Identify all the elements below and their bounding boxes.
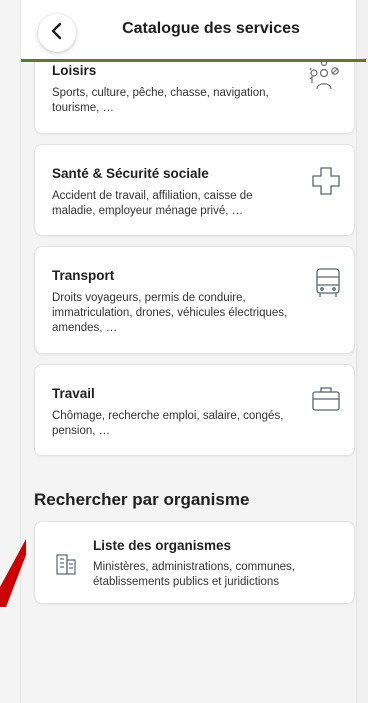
- category-title: Travail: [52, 386, 95, 401]
- category-title: Santé & Sécurité sociale: [52, 166, 209, 181]
- section-title-organismes: Rechercher par organisme: [34, 490, 250, 509]
- organismes-list-title: Liste des organismes: [93, 538, 232, 553]
- screen-edge-right: [356, 0, 368, 703]
- header-accent-line: [21, 59, 366, 62]
- category-title: Transport: [52, 268, 115, 283]
- category-title: Loisirs: [52, 63, 97, 78]
- page-title: Catalogue des services: [122, 20, 300, 37]
- app-screen: Loisirs Sports, culture, pêche, chasse, …: [0, 0, 368, 703]
- category-card-travail[interactable]: Travail Chômage, recherche emploi, salai…: [34, 364, 355, 456]
- briefcase-icon: [310, 385, 342, 418]
- category-card-transport[interactable]: Transport Droits voyageurs, permis de co…: [34, 246, 355, 354]
- bus-icon: [314, 267, 342, 304]
- building-icon: [55, 552, 77, 581]
- leisure-people-icon: [306, 59, 342, 98]
- category-description: Chômage, recherche emploi, salaire, cong…: [52, 410, 284, 437]
- top-app-bar: Catalogue des services: [21, 0, 356, 62]
- health-cross-icon: [310, 165, 342, 202]
- chevron-left-icon: [50, 22, 64, 45]
- category-description: Sports, culture, pêche, chasse, navigati…: [52, 87, 269, 114]
- organismes-list-description: Ministères, administrations, communes, é…: [93, 561, 295, 588]
- category-card-sante[interactable]: Santé & Sécurité sociale Accident de tra…: [34, 144, 355, 236]
- annotation-arrow: [0, 539, 26, 607]
- category-description: Accident de travail, affiliation, caisse…: [52, 190, 253, 217]
- back-button[interactable]: [38, 14, 76, 52]
- organismes-list-card[interactable]: Liste des organismes Ministères, adminis…: [34, 521, 355, 604]
- category-description: Droits voyageurs, permis de conduire, im…: [52, 292, 288, 334]
